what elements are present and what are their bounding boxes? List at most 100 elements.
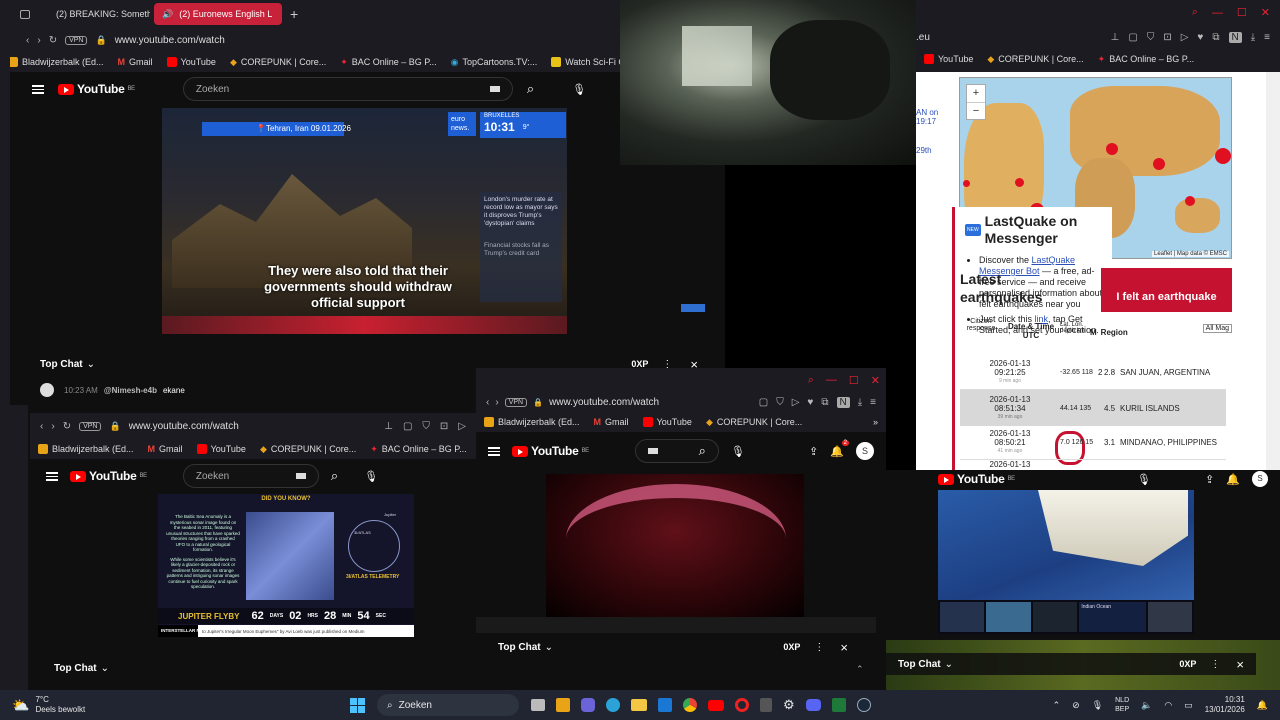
download-icon[interactable]: ⤓ [1251,32,1255,43]
outlook-icon[interactable] [658,698,672,712]
lock-toolbar-icon[interactable]: ⊡ [1163,32,1171,43]
back-icon[interactable]: ‹ [40,421,43,432]
table-row[interactable]: 2026-01-13 08:50:21 41 min ago 7.0 126 15 … [960,426,1226,460]
url-bar[interactable]: www.youtube.com/watch [115,35,225,46]
maximize-icon[interactable]: ☐ [1237,6,1247,19]
tab-euronews[interactable]: 🔊 (2) Euronews English L [154,3,282,25]
notifications-icon[interactable]: 🔔 2 [830,439,849,458]
screenshot-icon[interactable]: ▢ [759,397,768,408]
clock[interactable]: 10:31 13/01/2026 [1205,695,1245,715]
search-input[interactable]: Zoeken [182,77,513,101]
chevron-down-icon[interactable]: ⌄ [545,642,553,653]
bookmark-item[interactable]: YouTube [166,57,216,67]
sidebar-toggle-icon[interactable] [20,9,30,19]
tray-chevron-icon[interactable]: ⌃ [1053,700,1061,711]
bookmark-item[interactable]: ◆ COREPUNK | Core... [260,444,356,455]
menu-icon[interactable] [32,84,44,94]
play-icon[interactable]: ▷ [1181,32,1189,43]
zoom-in-button[interactable]: + [967,85,985,103]
search-icon[interactable]: ⌕ [527,81,534,97]
back-icon[interactable]: ‹ [26,35,29,46]
youtube-app-icon[interactable] [708,699,724,711]
screenshot-icon[interactable]: ▢ [403,421,412,432]
shield-icon[interactable]: ⛉ [1147,32,1155,43]
bookmark-item[interactable]: YouTube [924,54,973,64]
search-icon[interactable]: ⌕ [331,468,338,484]
close-icon[interactable]: × [840,640,848,655]
table-row[interactable]: 2026-01-13 08:51:34 39 min ago 44.14 135 4… [960,390,1226,426]
tab-breaking[interactable]: (2) BREAKING: Something [42,3,150,25]
bookmark-item[interactable]: YouTube [642,417,692,427]
bookmark-item[interactable]: M Gmail [148,444,183,454]
avatar[interactable]: S [856,442,874,460]
more-options-icon[interactable]: ⋮ [1210,659,1220,670]
screenshot-icon[interactable]: ▢ [1128,32,1137,43]
vpn-badge[interactable]: VPN [65,35,88,45]
chevron-right-icon[interactable]: » [873,417,878,427]
forward-icon[interactable]: › [51,421,54,432]
language-indicator[interactable]: NLD BEP [1115,696,1129,714]
video-player[interactable]: DID YOU KNOW? The Baltic Sea Anomaly is … [158,494,414,637]
vpn-badge[interactable]: VPN [504,397,528,407]
pin-icon[interactable]: ⊥ [1111,32,1120,43]
thumbnail[interactable]: Indian Ocean [1079,602,1146,632]
battery-icon[interactable]: ▭ [1184,700,1193,711]
message-user[interactable]: @Nimesh-e4b [104,386,157,395]
lock-toolbar-icon[interactable]: ⊡ [440,421,448,432]
mic-icon[interactable]: 🎙 [731,445,745,458]
network-off-icon[interactable]: ⊘ [1072,700,1080,711]
more-options-icon[interactable]: ⋮ [814,642,824,653]
close-icon[interactable]: ✕ [1261,6,1270,19]
explorer-icon[interactable] [631,699,647,711]
profile-icon[interactable]: N [836,396,850,408]
bookmark-item[interactable]: M Gmail [594,417,629,427]
felt-earthquake-button[interactable]: I felt an earthquake [1101,268,1232,312]
page-scrollbar[interactable] [1266,72,1280,470]
reload-icon[interactable]: ↻ [63,421,71,432]
reload-icon[interactable]: ↻ [49,35,57,46]
youtube-logo[interactable]: YouTube BE [58,82,135,96]
bookmark-item[interactable]: Bladwijzerbalk (Ed... [484,417,580,427]
opera-icon[interactable] [735,698,749,712]
excel-icon[interactable] [831,698,846,712]
bookmark-item[interactable]: ◆ COREPUNK | Core... [230,57,326,68]
youtube-logo[interactable]: YouTube BE [938,472,1015,486]
mag-filter-select[interactable]: All Mag [1202,324,1232,333]
profile-icon[interactable]: N [1228,31,1242,43]
keyboard-icon[interactable] [295,473,306,479]
quake-marker[interactable] [1153,158,1165,170]
search-input[interactable]: ⌕ [634,439,719,463]
bookmark-item[interactable]: Bladwijzerbalk (Ed... [8,57,104,67]
video-player[interactable]: 📍Tehran, Iran 09.01.2026 euro news. BRUX… [162,108,567,334]
heart-icon[interactable]: ♥ [1197,32,1203,43]
close-icon[interactable]: ✕ [871,374,880,387]
menu-icon[interactable]: ≡ [1264,32,1270,43]
settings-icon[interactable]: ⚙ [783,697,795,713]
maximize-icon[interactable]: ☐ [849,374,859,387]
top-chat-label[interactable]: Top Chat [40,359,83,370]
quake-marker[interactable] [1015,178,1024,187]
chevron-down-icon[interactable]: ⌄ [945,659,953,670]
top-chat-label[interactable]: Top Chat [498,642,541,653]
share-icon[interactable]: ⇪ [809,445,818,458]
chrome-icon[interactable] [683,698,697,712]
chevron-down-icon[interactable]: ⌄ [101,663,109,674]
store-icon[interactable] [556,698,570,712]
youtube-logo[interactable]: YouTube BE [512,444,589,458]
bookmark-item[interactable]: ◉ TopCartoons.TV:... [451,57,538,68]
thumbnail[interactable] [986,602,1031,632]
keyboard-icon[interactable] [647,448,658,454]
play-icon[interactable]: ▷ [458,421,466,432]
top-chat-label[interactable]: Top Chat [54,663,97,674]
url-bar[interactable]: www.youtube.com/watch [129,421,239,432]
minimize-icon[interactable]: — [826,374,837,386]
audio-playing-icon[interactable]: 🔊 [162,9,173,20]
bookmark-item[interactable]: ✦ BAC Online – BG P... [370,444,466,455]
shield-icon[interactable]: ⛉ [422,421,430,432]
video-player[interactable]: Indian Ocean [938,490,1194,634]
quake-marker[interactable] [1215,148,1231,164]
top-chat-label[interactable]: Top Chat [898,659,941,670]
xp-badge[interactable]: 0XP [1179,659,1196,669]
taskbar-search[interactable]: ⌕ Zoeken [377,694,519,716]
start-icon[interactable] [350,697,365,713]
